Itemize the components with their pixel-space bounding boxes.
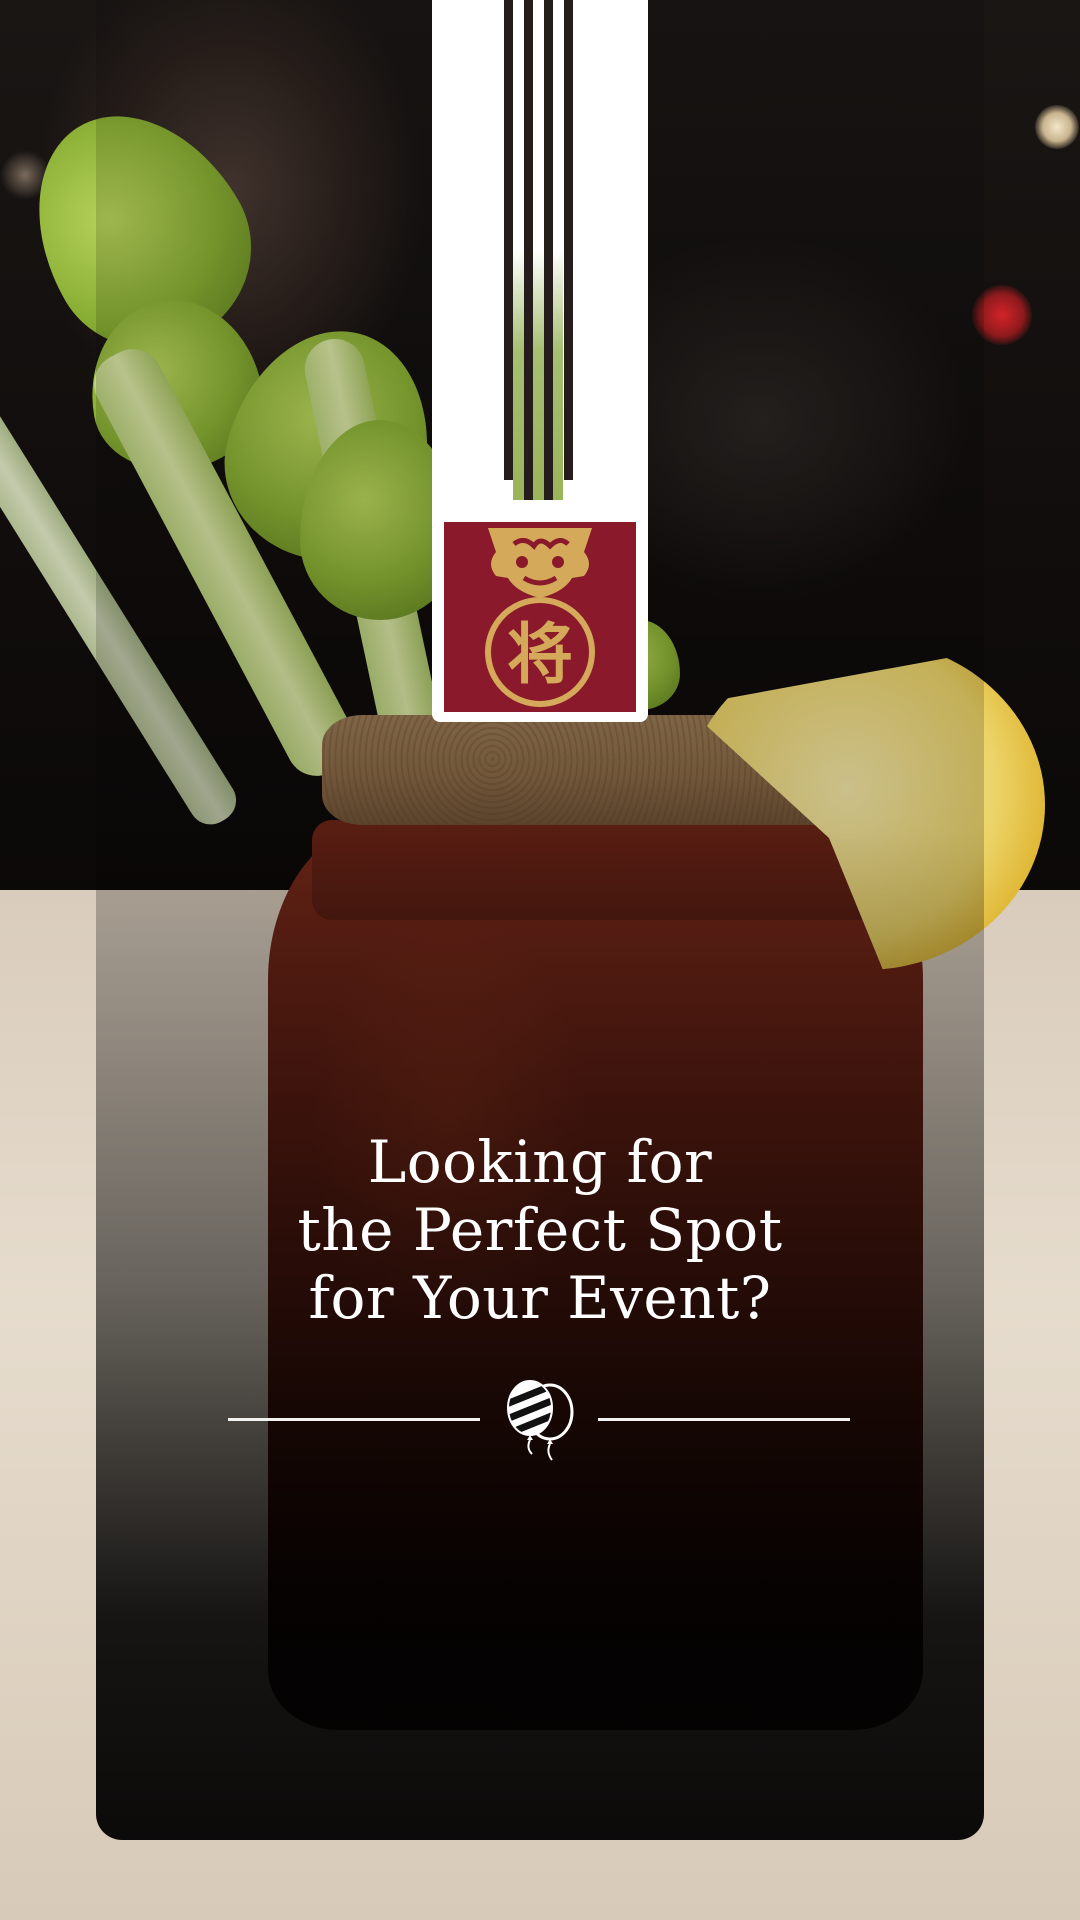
headline-line: Looking for bbox=[367, 1128, 713, 1196]
logo-glyph: 将 bbox=[507, 616, 573, 693]
divider-line-left bbox=[228, 1418, 480, 1421]
logo-emblem: 将 bbox=[444, 522, 636, 712]
logo-stripes bbox=[504, 0, 574, 500]
logo-stripe bbox=[504, 0, 513, 480]
guardian-lion-seal-icon: 将 bbox=[485, 528, 595, 707]
headline-line: for Your Event? bbox=[308, 1264, 772, 1332]
bokeh-light bbox=[1035, 105, 1079, 149]
headline: Looking for the Perfect Spot for Your Ev… bbox=[96, 1128, 984, 1332]
logo-stripe bbox=[524, 0, 533, 500]
logo-stripe bbox=[544, 0, 553, 500]
headline-line: the Perfect Spot bbox=[297, 1196, 783, 1264]
logo-stripe bbox=[564, 0, 573, 480]
divider-line-right bbox=[598, 1418, 850, 1421]
balloons-icon bbox=[507, 1380, 574, 1461]
